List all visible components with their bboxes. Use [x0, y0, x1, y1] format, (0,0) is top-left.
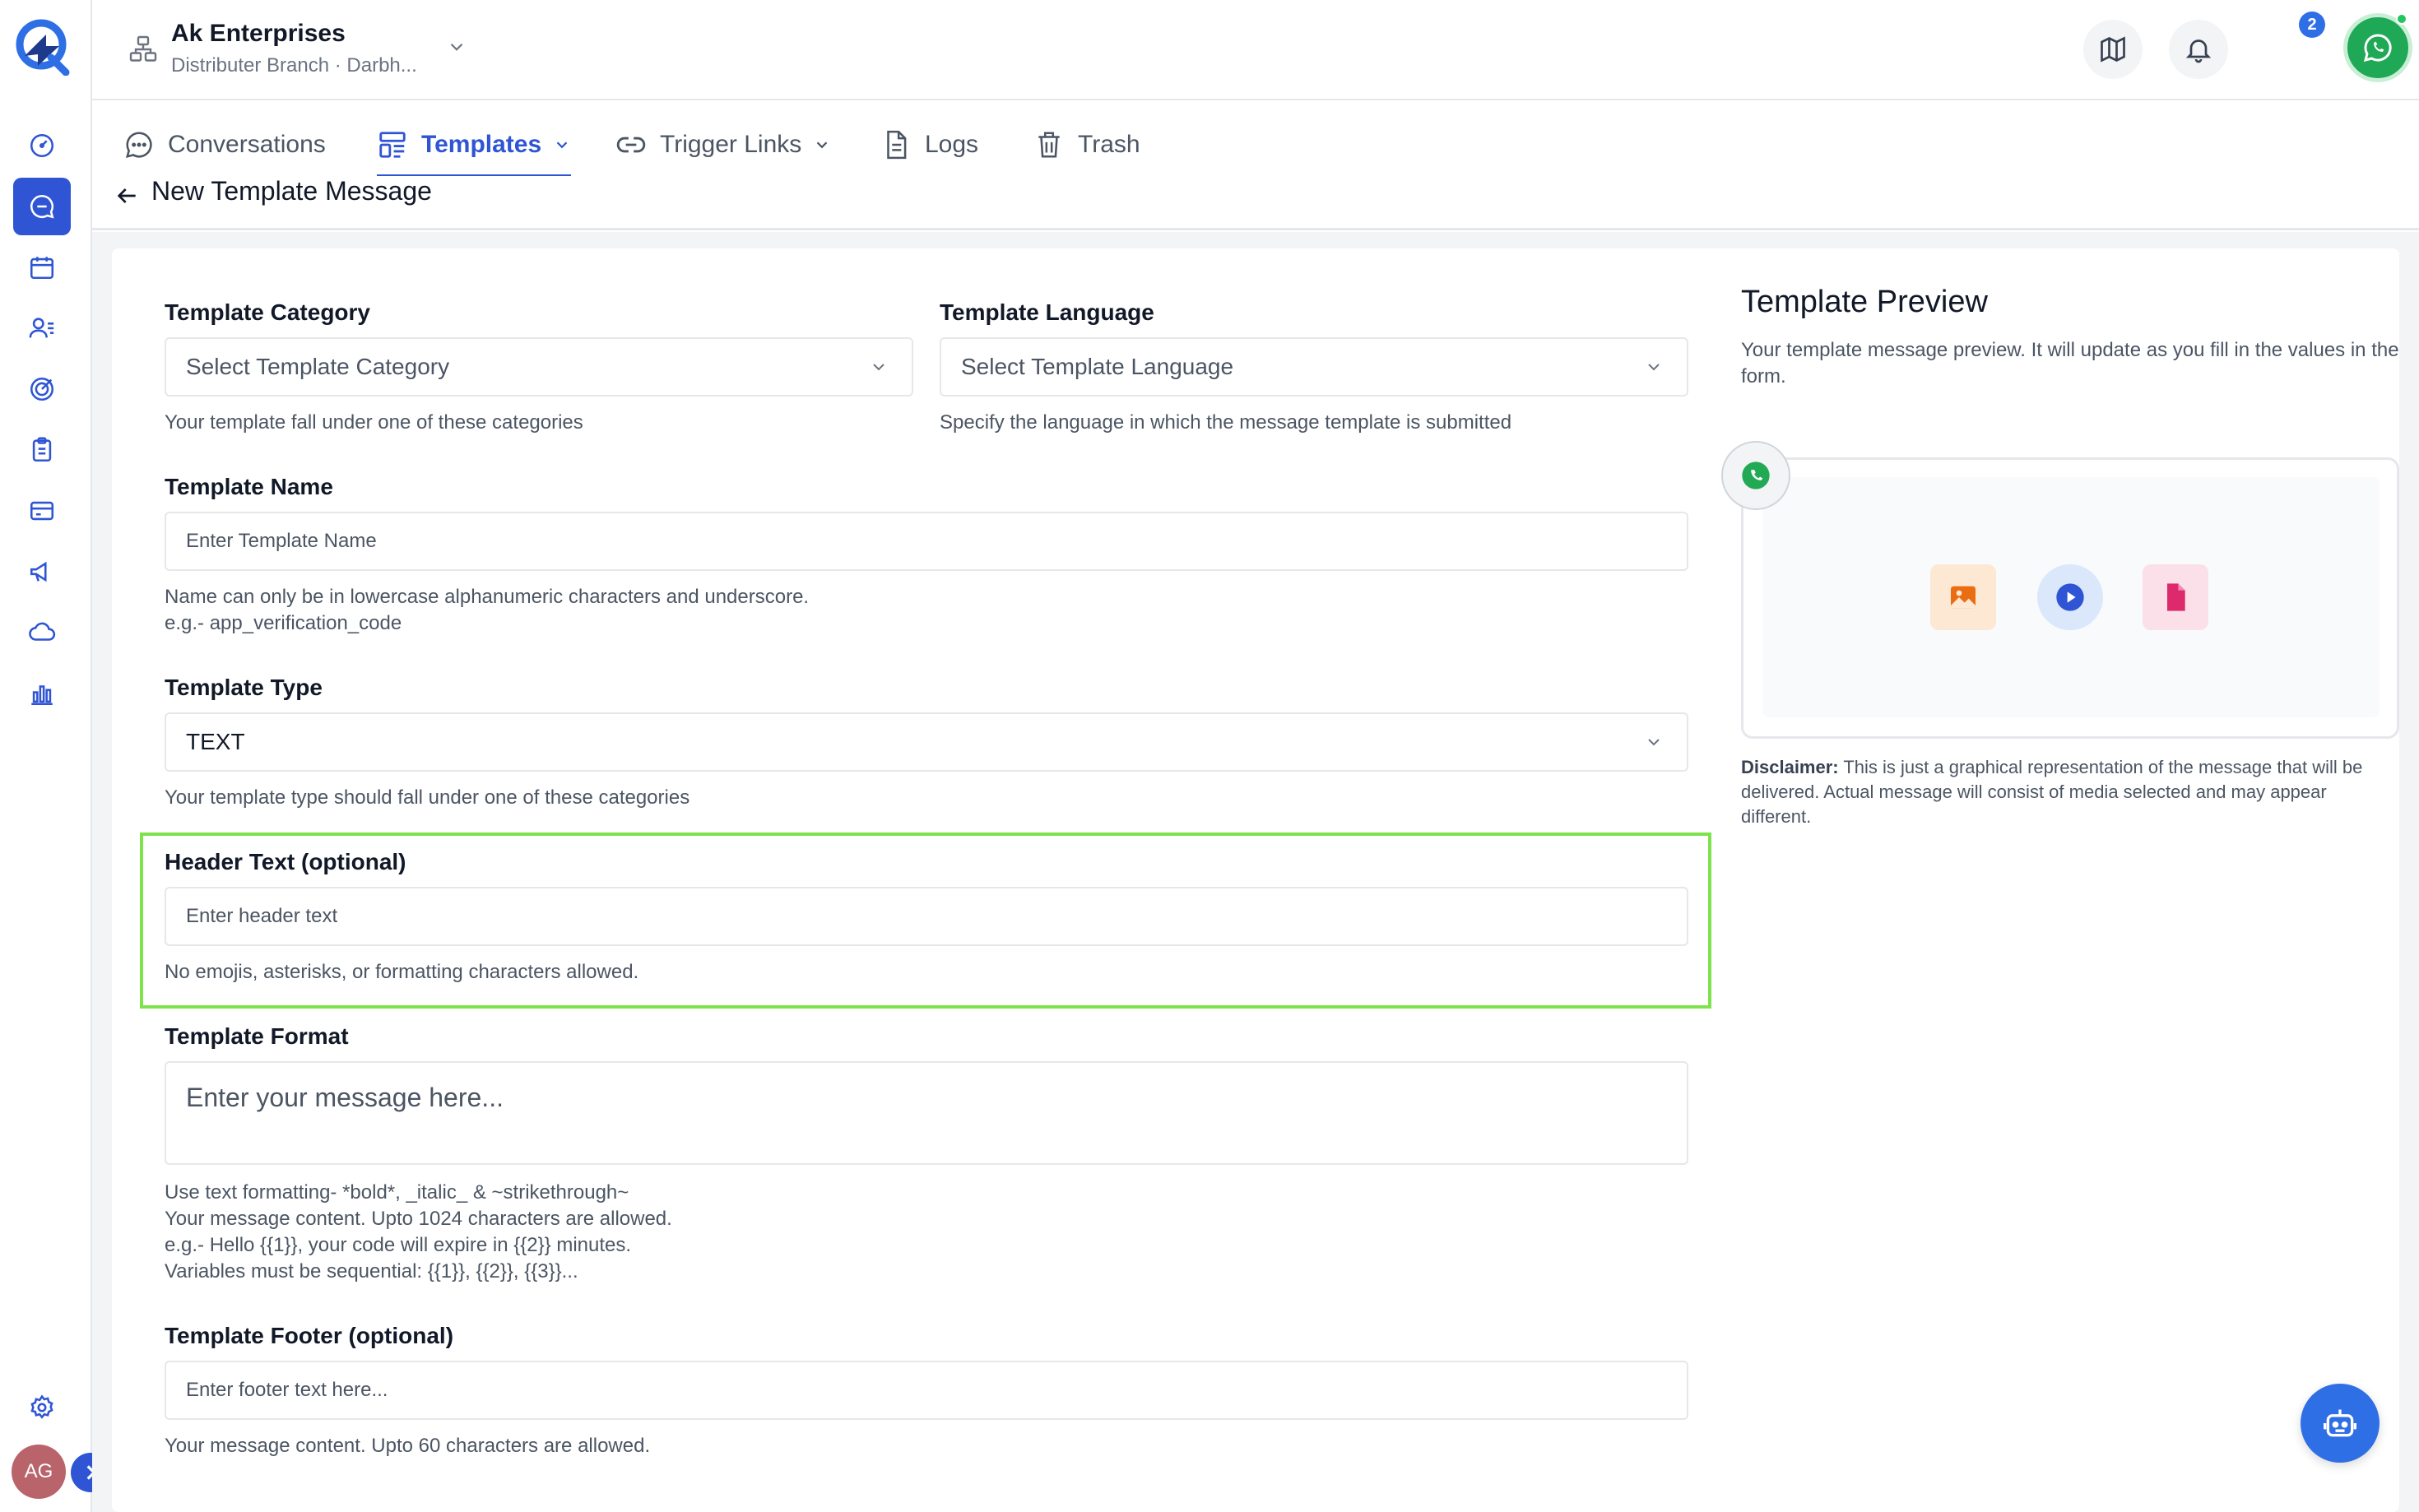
document-icon — [2167, 583, 2185, 611]
trash-icon — [1038, 132, 1060, 158]
tab-label: Trash — [1078, 131, 1140, 158]
play-icon — [2056, 583, 2084, 611]
disclaimer-label: Disclaimer: — [1741, 757, 1839, 777]
template-type-value: TEXT — [186, 729, 245, 754]
chevron-down-icon — [1648, 739, 1660, 746]
template-name-placeholder: Enter Template Name — [186, 530, 377, 552]
tab-label: Conversations — [168, 131, 326, 158]
megaphone-icon[interactable] — [13, 543, 71, 601]
template-footer-label: Template Footer (optional) — [165, 1323, 454, 1348]
online-status-dot — [2396, 13, 2407, 25]
template-name-input[interactable]: Enter Template Name — [165, 512, 1688, 571]
target-icon[interactable] — [13, 360, 71, 418]
robot-icon — [2324, 1409, 2356, 1437]
organization-icon — [129, 35, 157, 62]
template-format-textarea[interactable]: Enter your message here... — [165, 1061, 1688, 1165]
tab-logs[interactable]: Logs — [880, 120, 978, 169]
template-format-placeholder: Enter your message here... — [186, 1083, 504, 1112]
top-bar: Ak Enterprises Distributer Branch · Darb… — [92, 0, 2419, 100]
template-format-help-example: e.g.- Hello {{1}}, your code will expire… — [165, 1234, 632, 1256]
header-text-placeholder: Enter header text — [186, 905, 338, 927]
template-type-label: Template Type — [165, 675, 323, 700]
image-icon — [1951, 586, 1976, 609]
preview-disclaimer: Disclaimer: This is just a graphical rep… — [1741, 755, 2399, 829]
whatsapp-icon — [1742, 461, 1770, 489]
header-text-input[interactable]: Enter header text — [165, 887, 1688, 946]
whatsapp-icon — [2363, 34, 2392, 63]
template-format-help-formatting: Use text formatting- *bold*, _italic_ & … — [165, 1181, 629, 1204]
chat-icon — [125, 132, 152, 159]
app-logo[interactable] — [13, 16, 71, 76]
chevron-down-icon — [1648, 364, 1660, 371]
document-media-tile — [2143, 564, 2208, 630]
template-category-label: Template Category — [165, 299, 370, 325]
template-format-help-variables: Variables must be sequential: {{1}}, {{2… — [165, 1260, 578, 1282]
organization-branch: Distributer Branch · Darbh... — [171, 54, 417, 77]
tab-trigger-links[interactable]: Trigger Links — [615, 120, 831, 169]
template-footer-placeholder: Enter footer text here... — [186, 1379, 388, 1401]
template-language-placeholder: Select Template Language — [961, 354, 1234, 379]
preview-title: Template Preview — [1741, 285, 1988, 319]
header-text-label: Header Text (optional) — [165, 849, 406, 874]
chat-nav-icon[interactable] — [13, 178, 71, 235]
template-language-help: Specify the language in which the messag… — [940, 411, 1512, 434]
image-media-tile — [1930, 564, 1996, 630]
template-footer-input[interactable]: Enter footer text here... — [165, 1361, 1688, 1420]
link-icon — [616, 137, 646, 153]
template-icon — [379, 132, 406, 158]
notification-count-badge: 2 — [2299, 12, 2325, 38]
assistant-bot-button[interactable] — [2301, 1384, 2380, 1463]
template-name-example: e.g.- app_verification_code — [165, 612, 402, 634]
template-name-label: Template Name — [165, 474, 333, 499]
map-button[interactable] — [2083, 20, 2143, 79]
analytics-icon[interactable] — [13, 665, 71, 722]
template-type-help: Your template type should fall under one… — [165, 786, 690, 809]
bell-icon — [2185, 39, 2212, 63]
video-media-tile — [2037, 564, 2103, 630]
notifications-button[interactable] — [2169, 20, 2228, 79]
chevron-down-icon — [873, 364, 884, 371]
whatsapp-preview-badge — [1721, 441, 1790, 510]
template-language-label: Template Language — [940, 299, 1154, 325]
tab-conversations[interactable]: Conversations — [123, 120, 326, 169]
chevron-down-icon — [816, 141, 828, 149]
tab-label: Templates — [421, 131, 542, 158]
back-arrow-icon[interactable] — [114, 183, 140, 209]
template-type-select[interactable]: TEXT — [165, 712, 1688, 772]
clipboard-icon[interactable] — [13, 421, 71, 479]
cloud-icon[interactable] — [13, 604, 71, 661]
dashboard-icon[interactable] — [13, 117, 71, 174]
document-icon — [887, 130, 907, 160]
tab-bar: Conversations Templates Trigger Links Lo… — [92, 102, 2419, 179]
template-language-select[interactable]: Select Template Language — [940, 337, 1688, 397]
page-header: New Template Message — [92, 176, 2419, 230]
settings-icon[interactable] — [13, 1379, 71, 1436]
template-footer-help: Your message content. Upto 60 characters… — [165, 1435, 651, 1457]
tab-label: Trigger Links — [660, 131, 802, 158]
template-category-select[interactable]: Select Template Category — [165, 337, 913, 397]
page-title: New Template Message — [151, 176, 432, 206]
organization-name[interactable]: Ak Enterprises — [171, 20, 346, 48]
template-format-label: Template Format — [165, 1023, 349, 1049]
billing-icon[interactable] — [13, 482, 71, 540]
template-name-help: Name can only be in lowercase alphanumer… — [165, 586, 810, 608]
chevron-down-icon[interactable] — [446, 36, 467, 58]
template-format-help-limit: Your message content. Upto 1024 characte… — [165, 1208, 672, 1230]
calendar-icon[interactable] — [13, 239, 71, 296]
preview-description: Your template message preview. It will u… — [1741, 339, 2399, 387]
tab-templates[interactable]: Templates — [377, 120, 571, 169]
template-category-help: Your template fall under one of these ca… — [165, 411, 583, 434]
tab-label: Logs — [925, 131, 979, 158]
header-text-help: No emojis, asterisks, or formatting char… — [165, 961, 639, 983]
template-category-placeholder: Select Template Category — [186, 354, 450, 379]
sidebar-avatar[interactable]: AG — [12, 1445, 66, 1499]
map-icon — [2101, 36, 2125, 63]
chevron-down-icon — [556, 141, 568, 149]
left-sidebar: AG — [0, 0, 110, 1512]
tab-trash[interactable]: Trash — [1033, 120, 1140, 169]
contacts-icon[interactable] — [13, 299, 71, 357]
